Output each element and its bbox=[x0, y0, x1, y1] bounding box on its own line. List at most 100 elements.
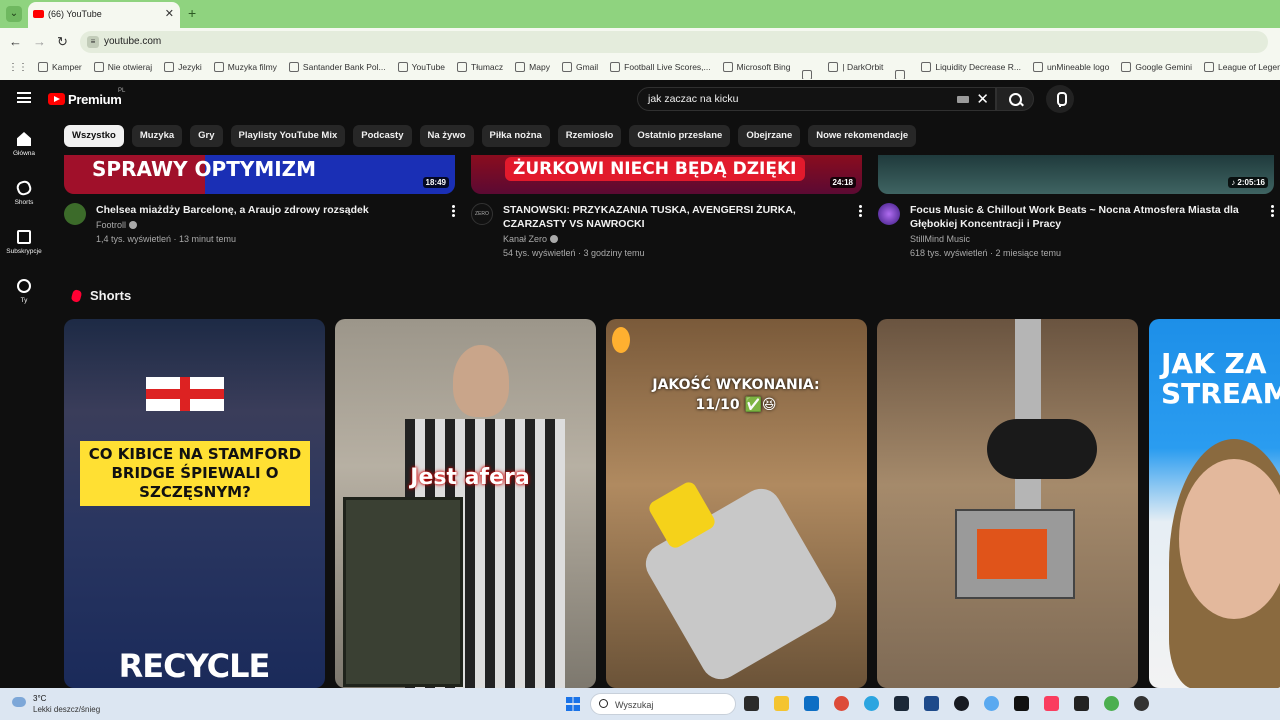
bookmark-item[interactable]: unMineable logo bbox=[1032, 62, 1109, 72]
taskbar-search[interactable]: Wyszukaj bbox=[590, 693, 736, 715]
start-button-icon[interactable] bbox=[566, 697, 580, 711]
file-explorer-icon[interactable] bbox=[774, 696, 789, 711]
channel-avatar[interactable]: ZERO bbox=[471, 203, 493, 225]
sidebar-item-subscriptions[interactable]: Subskrypcje bbox=[0, 230, 48, 255]
windows-taskbar: 3°C Lekki deszcz/śnieg Wyszukaj bbox=[0, 688, 1280, 720]
more-options-icon[interactable] bbox=[859, 205, 862, 217]
bookmark-icon bbox=[1121, 62, 1132, 72]
filter-chip[interactable]: Wszystko bbox=[64, 125, 124, 147]
forward-button[interactable]: → bbox=[33, 34, 46, 49]
bookmark-item[interactable]: Muzyka filmy bbox=[213, 62, 277, 72]
search-input[interactable]: jak zaczac na kicku ✕ bbox=[637, 87, 996, 111]
telegram-icon[interactable] bbox=[864, 696, 879, 711]
video-thumbnail[interactable]: SPRAWY OPTYMIZM 18:49 bbox=[64, 155, 455, 194]
short-card[interactable]: Jest afera bbox=[335, 319, 596, 688]
bookmark-item[interactable]: Google Gemini bbox=[1121, 62, 1192, 72]
filter-chip[interactable]: Obejrzane bbox=[738, 125, 801, 147]
bookmark-item[interactable]: Gmail bbox=[561, 62, 598, 72]
bookmark-item[interactable]: Kamper bbox=[38, 62, 82, 72]
back-button[interactable]: ← bbox=[9, 34, 22, 49]
short-card[interactable]: JAK ZA STREAM bbox=[1149, 319, 1280, 688]
tab-youtube[interactable]: (66) YouTube ✕ bbox=[28, 2, 180, 28]
filter-chip[interactable]: Na żywo bbox=[419, 125, 474, 147]
short-card[interactable]: CO KIBICE NA STAMFORD BRIDGE ŚPIEWALI O … bbox=[64, 319, 325, 688]
store-icon[interactable] bbox=[804, 696, 819, 711]
video-thumbnail[interactable]: ♪ 2:05:16 bbox=[878, 155, 1274, 194]
thumbnail-text: SPRAWY OPTYMIZM bbox=[92, 157, 317, 181]
more-options-icon[interactable] bbox=[452, 205, 455, 217]
bookmark-item[interactable]: Microsoft Bing bbox=[722, 62, 790, 72]
video-title[interactable]: Chelsea miażdży Barcelonę, a Araujo zdro… bbox=[96, 203, 441, 217]
bookmark-item[interactable]: | DarkOrbit bbox=[828, 62, 883, 72]
sidebar-item-shorts[interactable]: Shorts bbox=[0, 179, 48, 206]
channel-avatar[interactable] bbox=[64, 203, 86, 225]
bookmarks-bar: ⋮⋮ Kamper Nie otwieraj Jezyki Muzyka filmy S… bbox=[0, 57, 1280, 79]
app-icon[interactable] bbox=[894, 696, 909, 711]
weather-description[interactable]: Lekki deszcz/śnieg bbox=[33, 705, 100, 714]
country-code: PL bbox=[118, 88, 126, 94]
bookmark-item[interactable]: Nie otwieraj bbox=[93, 62, 152, 72]
filter-chip[interactable]: Piłka nożna bbox=[481, 125, 550, 147]
tab-search-button[interactable]: ⌄ bbox=[6, 6, 22, 22]
bookmark-item[interactable]: Tłumacz bbox=[457, 62, 503, 72]
menu-icon[interactable] bbox=[17, 92, 31, 103]
onedrive-icon[interactable] bbox=[984, 696, 999, 711]
apple-tv-icon[interactable] bbox=[1074, 696, 1089, 711]
chrome-profile-icon[interactable] bbox=[1104, 696, 1119, 711]
channel-name[interactable]: Footroll bbox=[96, 220, 138, 230]
filter-chip[interactable]: Gry bbox=[190, 125, 223, 147]
reload-button[interactable]: ↻ bbox=[57, 34, 68, 50]
task-view-icon[interactable] bbox=[744, 696, 759, 711]
search-button[interactable] bbox=[996, 87, 1034, 111]
apps-grid-icon[interactable]: ⋮⋮ bbox=[8, 62, 28, 73]
filter-chip[interactable]: Rzemiosło bbox=[557, 125, 622, 147]
voice-search-button[interactable] bbox=[1046, 85, 1074, 113]
bookmark-item[interactable]: YouTube bbox=[397, 62, 445, 72]
video-meta: 1,4 tys. wyświetleń · 13 minut temu bbox=[96, 234, 237, 244]
video-duration: ♪ 2:05:16 bbox=[1228, 177, 1268, 188]
tidal-icon[interactable] bbox=[1014, 696, 1029, 711]
filter-chip[interactable]: Playlisty YouTube Mix bbox=[230, 125, 346, 147]
short-card[interactable]: JAKOŚĆ WYKONANIA: 11/10 ✅😆 bbox=[606, 319, 867, 688]
new-tab-button[interactable]: + bbox=[188, 5, 196, 21]
tab-title: (66) YouTube bbox=[48, 9, 102, 19]
bookmark-label: Tłumacz bbox=[471, 62, 504, 72]
video-thumbnail[interactable]: ŻURKOWI NIECH BĘDĄ DZIĘKI 24:18 bbox=[471, 155, 862, 194]
bookmark-item[interactable]: Santander Bank Pol... bbox=[288, 62, 386, 72]
address-bar[interactable]: ≡ youtube.com bbox=[80, 31, 1268, 53]
steam-icon[interactable] bbox=[954, 696, 969, 711]
app-icon[interactable] bbox=[924, 696, 939, 711]
bookmark-item[interactable]: Jezyki bbox=[164, 62, 202, 72]
site-info-icon[interactable]: ≡ bbox=[87, 36, 99, 48]
video-title[interactable]: STANOWSKI: PRZYKAZANIA TUSKA, AVENGERSI … bbox=[503, 203, 848, 231]
bookmark-item[interactable]: League of Legends... bbox=[1204, 62, 1280, 72]
short-card[interactable] bbox=[877, 319, 1138, 688]
app-icon[interactable] bbox=[1134, 696, 1149, 711]
bookmark-item[interactable]: Liquidity Decrease R... bbox=[921, 62, 1021, 72]
bookmark-item[interactable]: Mapy bbox=[515, 62, 550, 72]
filter-chip[interactable]: Nowe rekomendacje bbox=[808, 125, 917, 147]
channel-avatar[interactable] bbox=[878, 203, 900, 225]
filter-chip[interactable]: Podcasty bbox=[353, 125, 412, 147]
filter-chip[interactable]: Muzyka bbox=[131, 125, 183, 147]
weather-temperature[interactable]: 3°C bbox=[33, 694, 46, 703]
bookmark-label: League of Legends... bbox=[1218, 62, 1280, 72]
video-meta: 54 tys. wyświetleń · 3 godziny temu bbox=[503, 248, 645, 258]
keyboard-icon[interactable] bbox=[957, 96, 969, 103]
channel-name[interactable]: StillMind Music bbox=[910, 234, 970, 244]
video-title[interactable]: Focus Music & Chillout Work Beats ~ Nocn… bbox=[910, 203, 1260, 231]
filter-chip[interactable]: Ostatnio przesłane bbox=[629, 125, 731, 147]
bookmark-label: Mapy bbox=[529, 62, 550, 72]
bookmark-item[interactable]: Football Live Scores,... bbox=[610, 62, 711, 72]
close-tab-icon[interactable]: ✕ bbox=[165, 7, 174, 20]
chrome-icon[interactable] bbox=[834, 696, 849, 711]
bookmark-icon bbox=[921, 62, 932, 72]
more-options-icon[interactable] bbox=[1271, 205, 1274, 217]
tab-strip: ⌄ (66) YouTube ✕ + bbox=[0, 0, 1280, 28]
music-icon[interactable] bbox=[1044, 696, 1059, 711]
clear-search-icon[interactable]: ✕ bbox=[976, 90, 989, 108]
weather-icon[interactable] bbox=[12, 697, 26, 707]
channel-name[interactable]: Kanał Zero bbox=[503, 234, 559, 244]
sidebar-item-home[interactable]: Główna bbox=[0, 132, 48, 157]
sidebar-item-you[interactable]: Ty bbox=[0, 279, 48, 304]
